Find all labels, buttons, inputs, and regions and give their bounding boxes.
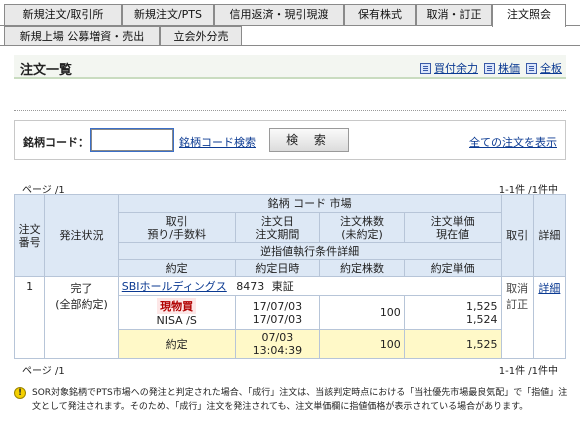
tab-ipo-po[interactable]: 新規上場 公募増資・売出 xyxy=(4,26,160,45)
quantity-cell: 100 xyxy=(319,295,405,330)
search-panel: 銘柄コード： 銘柄コード検索 検 索 全ての注文を表示 xyxy=(14,120,566,160)
search-button[interactable]: 検 索 xyxy=(269,128,349,152)
header-trade: 取引 預り/手数料 xyxy=(117,212,236,243)
order-no-cell: 1 xyxy=(13,276,46,359)
tab-bar-secondary: 新規上場 公募増資・売出 立会外分売 xyxy=(0,26,580,46)
result-count-bottom: 1-1件 /1件中 xyxy=(498,366,558,377)
tab-cancel-modify[interactable]: 取消・訂正 xyxy=(416,4,492,25)
stock-code-lookup-link[interactable]: 銘柄コード検索 xyxy=(179,134,256,150)
header-exec-qty: 約定株数 xyxy=(319,259,405,277)
tab-margin-repayment[interactable]: 信用返済・現引現渡 xyxy=(214,4,344,25)
header-status: 発注状況 xyxy=(44,194,119,277)
order-date: 17/07/03 xyxy=(252,299,303,313)
exec-datetime: 07/03 13:04:39 xyxy=(234,329,321,359)
divider xyxy=(14,110,566,111)
trade-cell: 現物買 NISA /S xyxy=(117,295,236,330)
buying-power-label: 買付余力 xyxy=(434,62,478,75)
order-price: 1,525 xyxy=(466,299,498,313)
header-reverse-limit: 逆指値執行条件詳細 xyxy=(117,242,502,260)
price-cell: 1,525 1,524 xyxy=(403,295,502,330)
header-exec: 約定 xyxy=(117,259,236,277)
page-title: 注文一覧 xyxy=(20,63,73,78)
detail-link[interactable]: 詳細 xyxy=(538,282,560,295)
status-text: 完了 xyxy=(70,282,93,295)
tab-new-order-pts[interactable]: 新規注文/PTS xyxy=(122,4,214,25)
market: 東証 xyxy=(271,280,294,293)
exec-qty: 100 xyxy=(319,329,405,359)
stock-code-input[interactable] xyxy=(90,128,174,152)
header-action: 取引 xyxy=(500,194,534,277)
orders-table: 注文番号 発注状況 銘柄 コード 市場 取引 詳細 取引 預り/手数料 注文日 … xyxy=(13,194,567,359)
tab-off-floor-distribution[interactable]: 立会外分売 xyxy=(160,26,242,45)
tab-bar-primary: 新規注文/取引所 新規注文/PTS 信用返済・現引現渡 保有株式 取消・訂正 注… xyxy=(0,4,580,27)
list-icon xyxy=(420,62,431,74)
current-price: 1,524 xyxy=(466,312,498,326)
header-quantity: 注文株数 (未約定) xyxy=(319,212,405,243)
status-detail: (全部約定) xyxy=(55,298,108,311)
order-date-cell: 17/07/03 17/07/03 xyxy=(234,295,321,330)
header-order-no: 注文番号 xyxy=(13,194,46,277)
section-header: 注文一覧 買付余力 株価 全板 xyxy=(14,55,566,79)
header-stock: 銘柄 コード 市場 xyxy=(117,194,502,213)
order-period: 17/07/03 xyxy=(252,312,303,326)
show-all-orders-link[interactable]: 全ての注文を表示 xyxy=(469,134,557,150)
status-cell: 完了 (全部約定) xyxy=(44,276,119,359)
header-detail: 詳細 xyxy=(532,194,567,277)
stock-code: 8473 xyxy=(236,280,265,293)
stock-name-link[interactable]: SBIホールディングス xyxy=(122,280,227,293)
cancel-action[interactable]: 取消 xyxy=(505,280,530,296)
header-exec-price: 約定単価 xyxy=(403,259,502,277)
tab-order-inquiry[interactable]: 注文照会 xyxy=(492,4,566,27)
note-text: SOR対象銘柄でPTS市場への発注と判定された場合、「成行」注文は、当該判定時点… xyxy=(32,388,568,412)
exec-label: 約定 xyxy=(117,329,236,359)
stock-cell: SBIホールディングス 8473 東証 xyxy=(117,276,502,296)
action-cell: 取消 訂正 xyxy=(500,276,534,359)
buying-power-link[interactable]: 買付余力 xyxy=(420,60,478,76)
header-links: 買付余力 株価 全板 xyxy=(420,60,562,76)
detail-cell: 詳細 xyxy=(532,276,567,359)
list-icon xyxy=(484,62,495,74)
stock-price-link[interactable]: 株価 xyxy=(484,60,520,76)
table-row: 1 完了 (全部約定) SBIホールディングス 8473 東証 取消 訂正 詳細 xyxy=(13,276,567,359)
header-price: 注文単価 現在値 xyxy=(403,212,502,243)
stock-code-label: 銘柄コード： xyxy=(23,136,89,149)
header-order-date: 注文日 注文期間 xyxy=(234,212,321,243)
custody: NISA /S xyxy=(156,314,197,327)
tab-holdings[interactable]: 保有株式 xyxy=(344,4,416,25)
header-exec-datetime: 約定日時 xyxy=(234,259,321,277)
full-board-label: 全板 xyxy=(540,62,562,75)
full-board-link[interactable]: 全板 xyxy=(526,60,562,76)
list-icon xyxy=(526,62,537,74)
stock-price-label: 株価 xyxy=(498,62,520,75)
tab-new-order-exchange[interactable]: 新規注文/取引所 xyxy=(4,4,122,25)
trade-type: 現物買 xyxy=(157,298,197,314)
modify-action[interactable]: 訂正 xyxy=(505,296,530,312)
exec-price: 1,525 xyxy=(403,329,502,359)
warning-icon: ! xyxy=(14,387,26,399)
page-indicator-bottom: ページ /1 xyxy=(22,366,65,377)
